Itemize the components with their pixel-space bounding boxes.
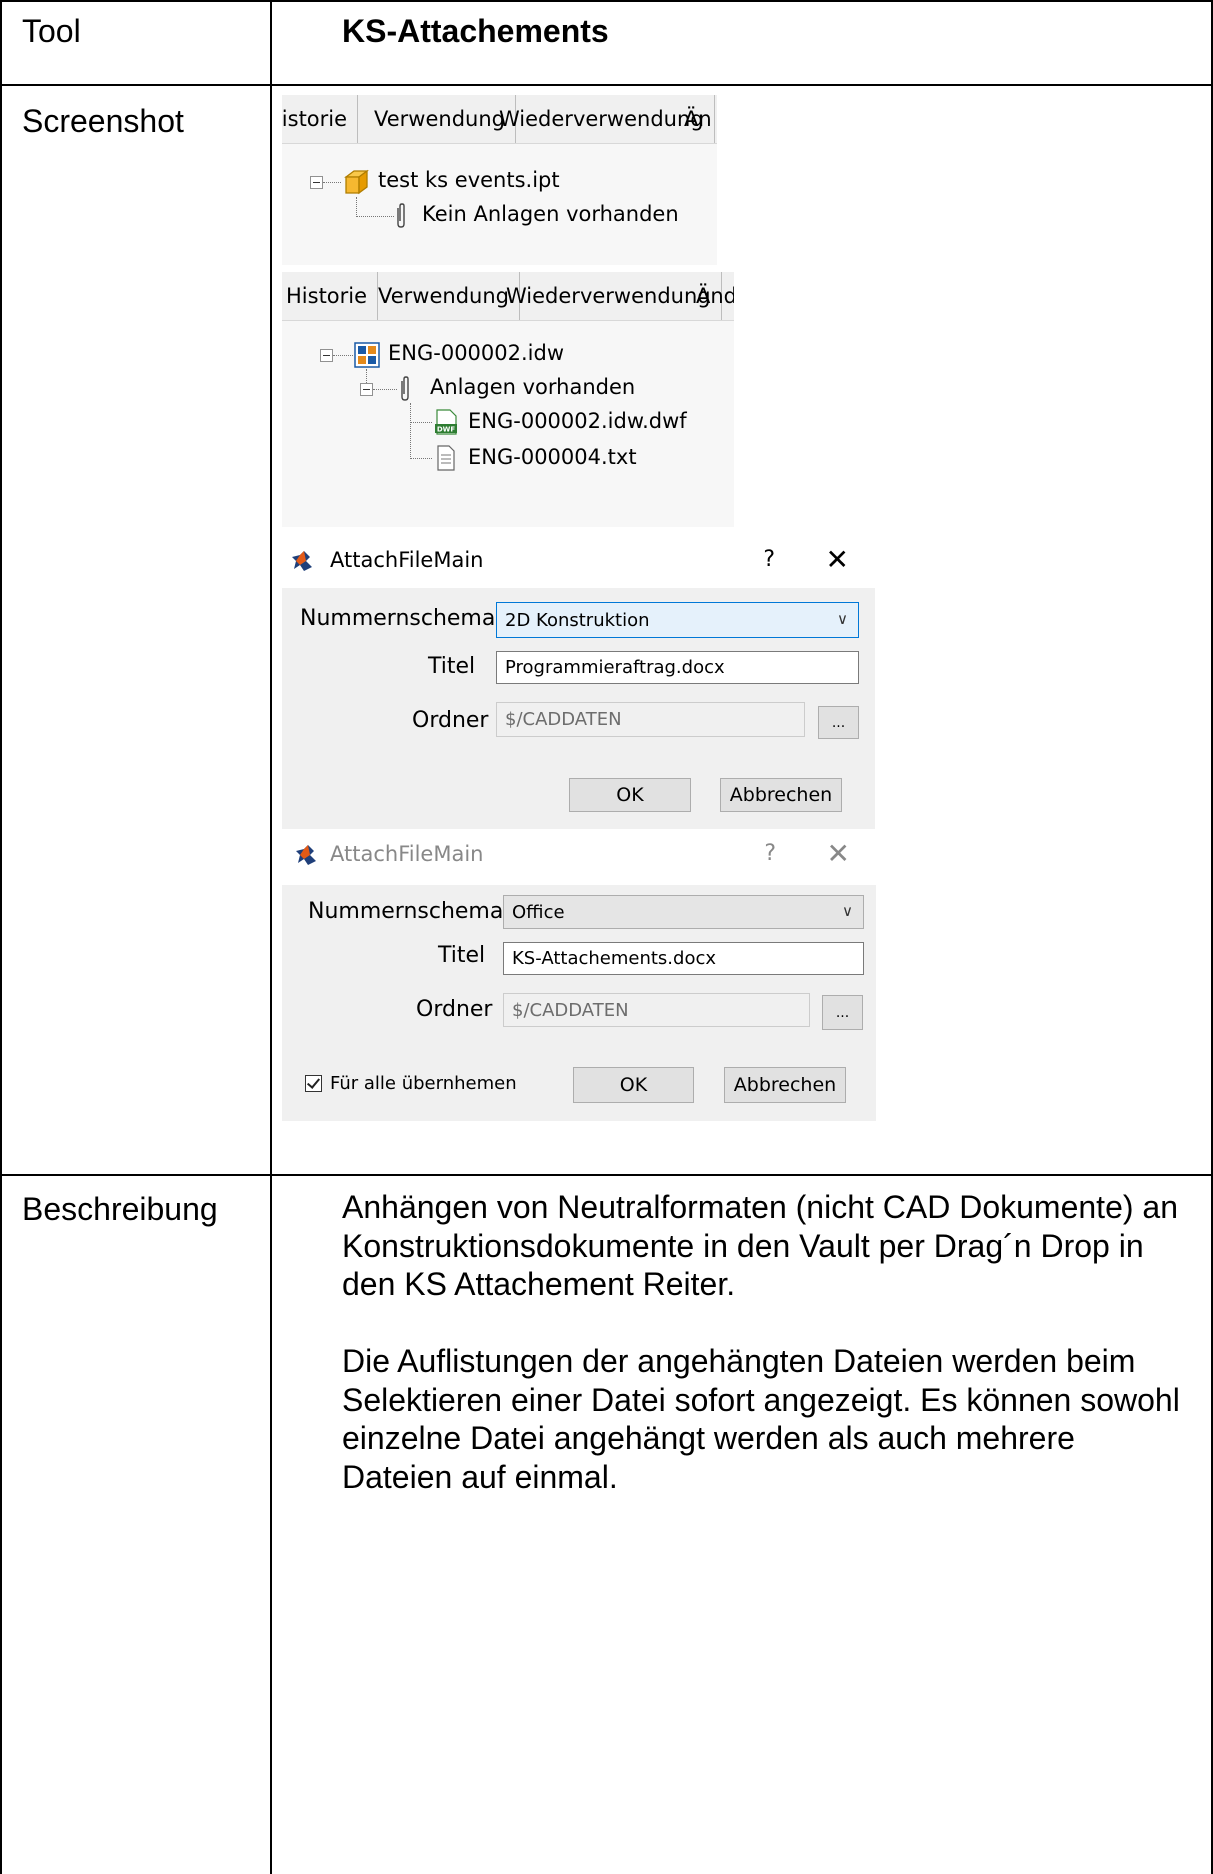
drawing-icon: [354, 342, 380, 368]
text-file-icon: [437, 445, 455, 471]
tree-root-label[interactable]: ENG-000002.idw: [388, 341, 564, 365]
ok-button[interactable]: OK: [569, 778, 691, 812]
folder-label: Ordner: [412, 708, 489, 733]
tab-aenderungen[interactable]: Änd: [686, 272, 734, 320]
cancel-button[interactable]: Abbrechen: [724, 1067, 846, 1103]
tab-historie[interactable]: Historie: [282, 95, 359, 143]
row-label-description: Beschreibung: [22, 1191, 218, 1227]
part-icon: [344, 169, 369, 195]
browse-button[interactable]: ...: [818, 706, 859, 739]
tool-name: KS-Attachements: [342, 13, 609, 49]
folder-label: Ordner: [416, 997, 493, 1022]
title-input[interactable]: KS-Attachements.docx: [503, 942, 864, 975]
description-paragraph: Anhängen von Neutralformaten (nicht CAD …: [342, 1189, 1178, 1302]
tree-child-label[interactable]: Kein Anlagen vorhanden: [422, 202, 679, 226]
browse-button[interactable]: ...: [822, 995, 863, 1030]
dialog-title: AttachFileMain: [330, 842, 484, 866]
scheme-select[interactable]: Office ∨: [503, 895, 864, 929]
collapse-toggle[interactable]: [310, 176, 323, 189]
close-icon[interactable]: ✕: [826, 532, 849, 588]
folder-input: $/CADDATEN: [496, 702, 805, 737]
table-row-divider: [0, 84, 1213, 86]
close-icon[interactable]: ✕: [827, 829, 850, 879]
scheme-label: Nummernschema: [300, 606, 496, 631]
title-input[interactable]: Programmieraftrag.docx: [496, 651, 859, 684]
screenshot-panel-with-attachments: Historie Verwendung Wiederverwendung Änd…: [282, 272, 734, 527]
table-border-top: [0, 0, 1213, 2]
dialog-titlebar[interactable]: AttachFileMain ? ✕: [282, 829, 876, 885]
ok-button[interactable]: OK: [573, 1067, 694, 1103]
tree-connector: [356, 197, 357, 217]
tree-connector: [410, 403, 411, 459]
attach-file-dialog-multi: AttachFileMain ? ✕ Nummernschema Office …: [282, 829, 876, 1121]
apply-all-checkbox[interactable]: [305, 1075, 322, 1092]
scheme-selected-value: Office: [512, 901, 565, 923]
tree-connector: [356, 216, 394, 217]
paperclip-icon: [397, 203, 405, 228]
tab-strip: Historie Verwendung Wiederverwendung Änd: [282, 272, 734, 321]
collapse-toggle[interactable]: [320, 349, 333, 362]
help-button[interactable]: ?: [764, 829, 776, 879]
apply-all-label[interactable]: Für alle übernhemen: [330, 1073, 517, 1094]
dialog-titlebar[interactable]: AttachFileMain ? ✕: [282, 532, 875, 588]
dialog-title: AttachFileMain: [330, 548, 484, 572]
table-row-divider: [0, 1174, 1213, 1176]
description-paragraph: Die Auflistungen der angehängten Dateien…: [342, 1343, 1180, 1495]
tree-root-label[interactable]: test ks events.ipt: [378, 168, 560, 192]
attachment-file-label[interactable]: ENG-000004.txt: [468, 445, 637, 469]
tree-view: test ks events.ipt Kein Anlagen vorhande…: [282, 144, 717, 265]
dwf-file-icon: DWF: [435, 409, 457, 435]
scheme-select[interactable]: 2D Konstruktion ∨: [496, 602, 859, 638]
title-label: Titel: [428, 654, 476, 679]
cancel-button[interactable]: Abbrechen: [720, 778, 842, 812]
tree-connector: [323, 182, 341, 183]
chevron-down-icon: ∨: [837, 610, 848, 629]
folder-input: $/CADDATEN: [503, 993, 810, 1027]
tree-connector: [373, 389, 397, 390]
tree-group-label[interactable]: Anlagen vorhanden: [430, 375, 635, 399]
tree-connector: [410, 422, 432, 423]
tree-connector: [333, 355, 353, 356]
attachment-file-label[interactable]: ENG-000002.idw.dwf: [468, 409, 687, 433]
scheme-label: Nummernschema: [308, 899, 504, 924]
svg-text:DWF: DWF: [437, 426, 456, 434]
row-label-screenshot: Screenshot: [22, 103, 184, 139]
tab-strip: Historie Verwendung Wiederverwendung Än: [282, 95, 717, 144]
attach-file-dialog: AttachFileMain ? ✕ Nummernschema 2D Kons…: [282, 532, 875, 829]
tree-connector: [410, 458, 432, 459]
tree-view: ENG-000002.idw Anlagen vorhanden DWF ENG…: [282, 321, 734, 527]
chevron-down-icon: ∨: [842, 902, 853, 921]
collapse-toggle[interactable]: [360, 383, 373, 396]
title-label: Titel: [438, 943, 486, 968]
app-logo-icon: [296, 845, 316, 865]
app-logo-icon: [292, 551, 312, 571]
table-column-divider: [270, 0, 272, 1874]
row-label-tool: Tool: [22, 13, 81, 49]
tab-historie[interactable]: Historie: [282, 272, 379, 320]
tab-aenderungen[interactable]: Än: [674, 95, 717, 143]
screenshot-panel-no-attachments: Historie Verwendung Wiederverwendung Än …: [282, 95, 717, 265]
paperclip-icon: [401, 376, 409, 401]
help-button[interactable]: ?: [763, 532, 775, 588]
description-text: Anhängen von Neutralformaten (nicht CAD …: [342, 1188, 1182, 1535]
scheme-selected-value: 2D Konstruktion: [505, 609, 650, 631]
table-border-left: [0, 0, 2, 1874]
